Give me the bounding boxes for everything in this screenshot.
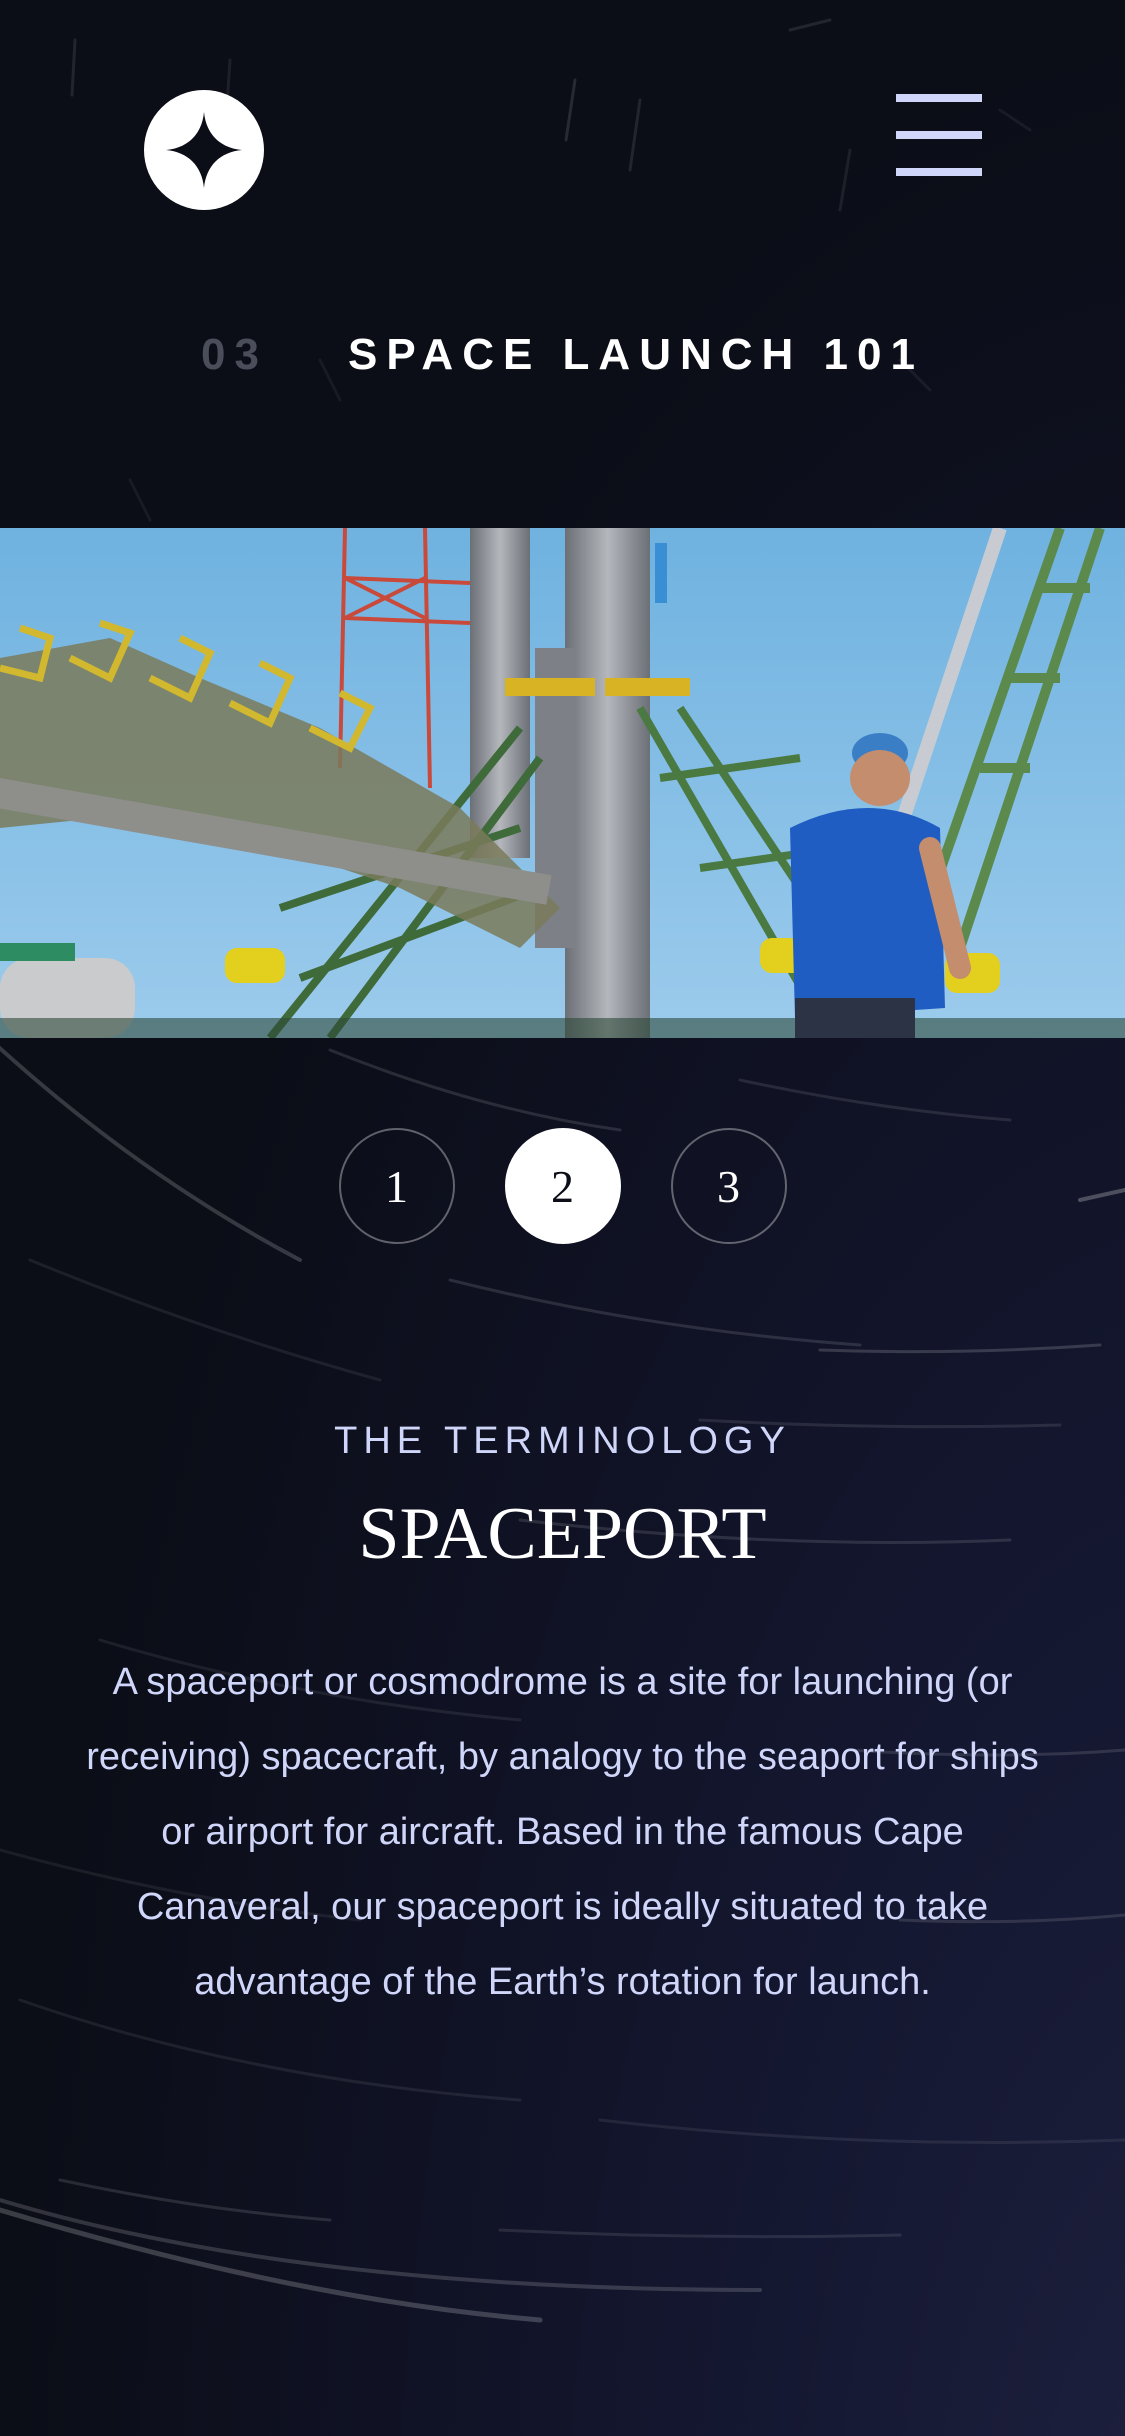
section-eyebrow: THE TERMINOLOGY — [334, 1420, 791, 1462]
hamburger-line — [896, 94, 982, 102]
hamburger-line — [896, 168, 982, 176]
hamburger-line — [896, 131, 982, 139]
star-logo-icon[interactable] — [144, 90, 264, 210]
rocket-launch-pad-image — [0, 528, 1125, 1038]
page-number: 03 — [201, 330, 268, 379]
pager-button-2[interactable]: 2 — [504, 1128, 621, 1244]
page-heading: 03 SPACE LAUNCH 101 — [0, 330, 1125, 380]
term-description: A spaceport or cosmodrome is a site for … — [86, 1661, 1039, 2003]
page-title: SPACE LAUNCH 101 — [348, 330, 924, 379]
star-icon — [166, 112, 242, 188]
hamburger-menu-icon[interactable] — [896, 94, 982, 176]
term-title: SPACEPORT — [358, 1493, 767, 1575]
launch-pad-illustration — [0, 528, 1125, 1038]
pager-button-1[interactable]: 1 — [338, 1128, 455, 1244]
pager-button-3[interactable]: 3 — [670, 1128, 787, 1244]
terminology-pager: 1 2 3 — [0, 1128, 1125, 1244]
